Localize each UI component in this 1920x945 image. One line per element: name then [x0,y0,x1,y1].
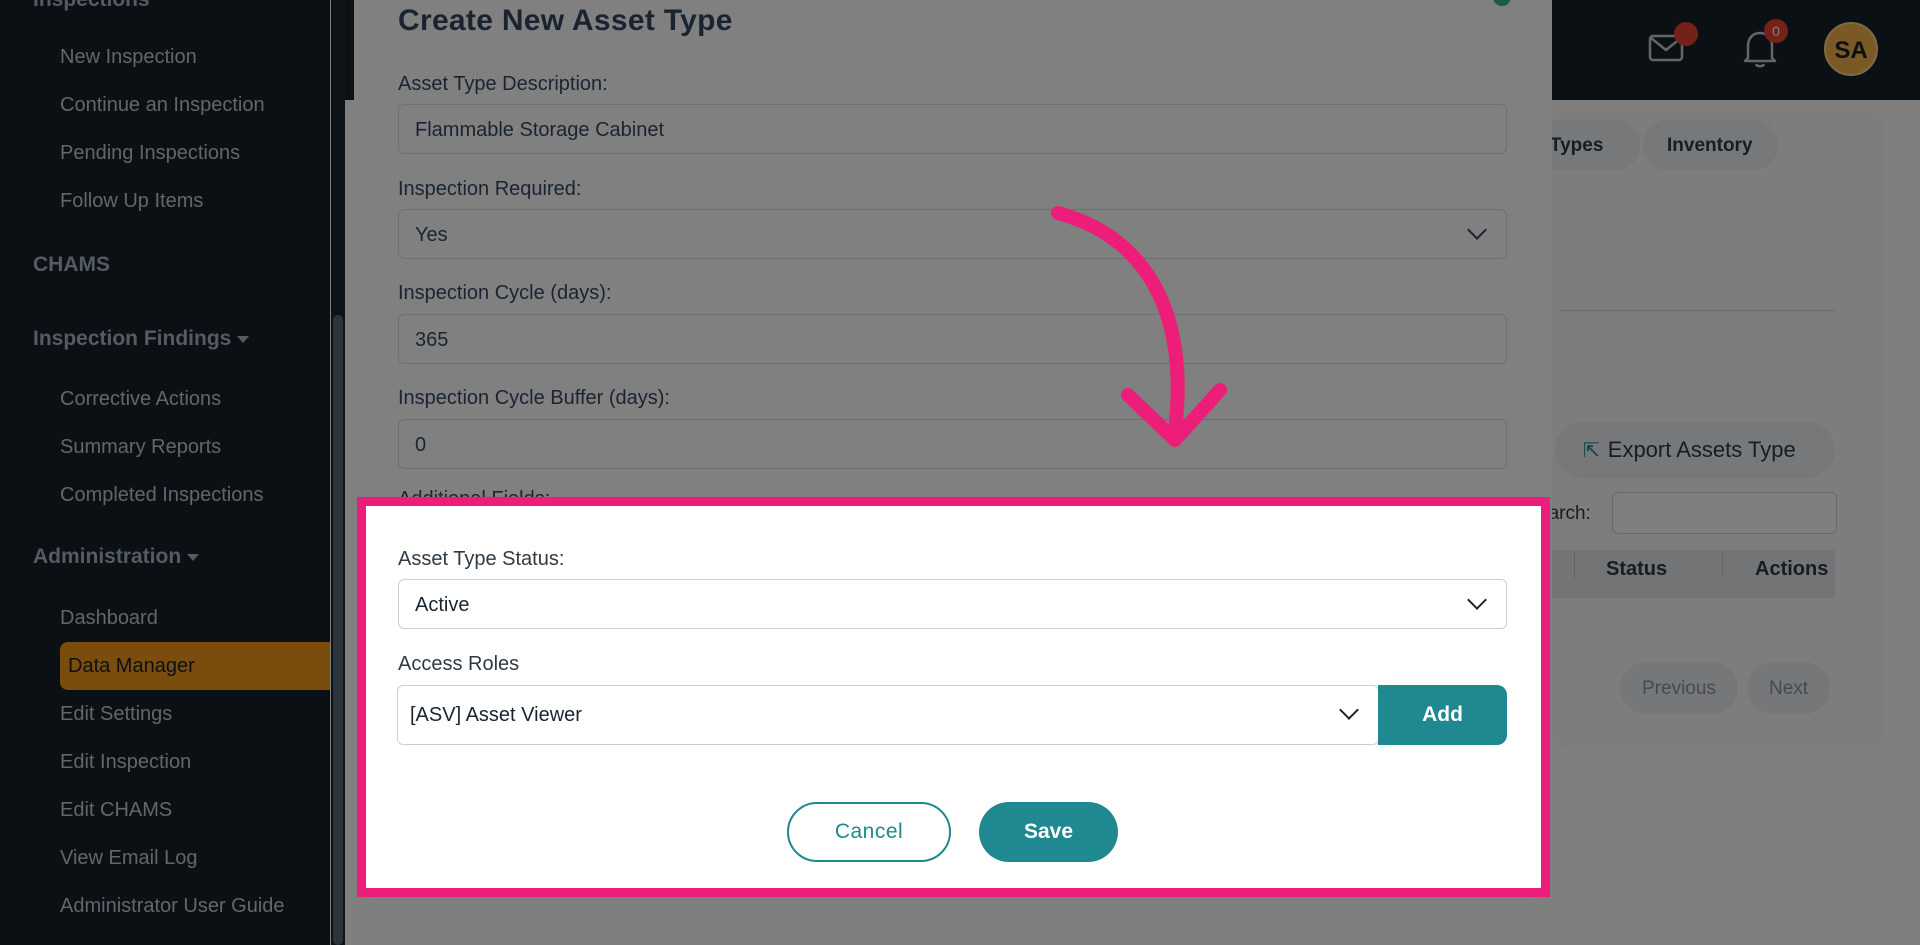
access-roles-label: Access Roles [398,653,520,675]
cancel-button[interactable]: Cancel [787,802,951,862]
inspection-buffer-label: Inspection Cycle Buffer (days): [398,387,670,409]
add-role-button[interactable]: Add [1378,685,1507,745]
description-input[interactable]: Flammable Storage Cabinet [398,104,1507,154]
chevron-down-icon [1467,590,1487,610]
inspection-required-value: Yes [415,224,448,246]
access-roles-select[interactable]: [ASV] Asset Viewer [397,685,1379,745]
chevron-down-icon [1339,700,1359,720]
asset-type-status-select[interactable]: Active [398,579,1507,629]
chevron-down-icon [1467,220,1487,240]
access-roles-value: [ASV] Asset Viewer [410,704,582,726]
inspection-cycle-input[interactable]: 365 [398,314,1507,364]
save-button[interactable]: Save [979,802,1118,862]
modal-title: Create New Asset Type [398,4,733,37]
annotation-arrow-icon [1051,206,1227,447]
description-label: Asset Type Description: [398,73,608,95]
asset-type-status-label: Asset Type Status: [398,548,565,570]
inspection-required-label: Inspection Required: [398,178,582,200]
asset-type-status-value: Active [415,594,470,616]
inspection-required-select[interactable]: Yes [398,209,1507,259]
inspection-buffer-input[interactable]: 0 [398,419,1507,469]
inspection-cycle-label: Inspection Cycle (days): [398,282,612,304]
